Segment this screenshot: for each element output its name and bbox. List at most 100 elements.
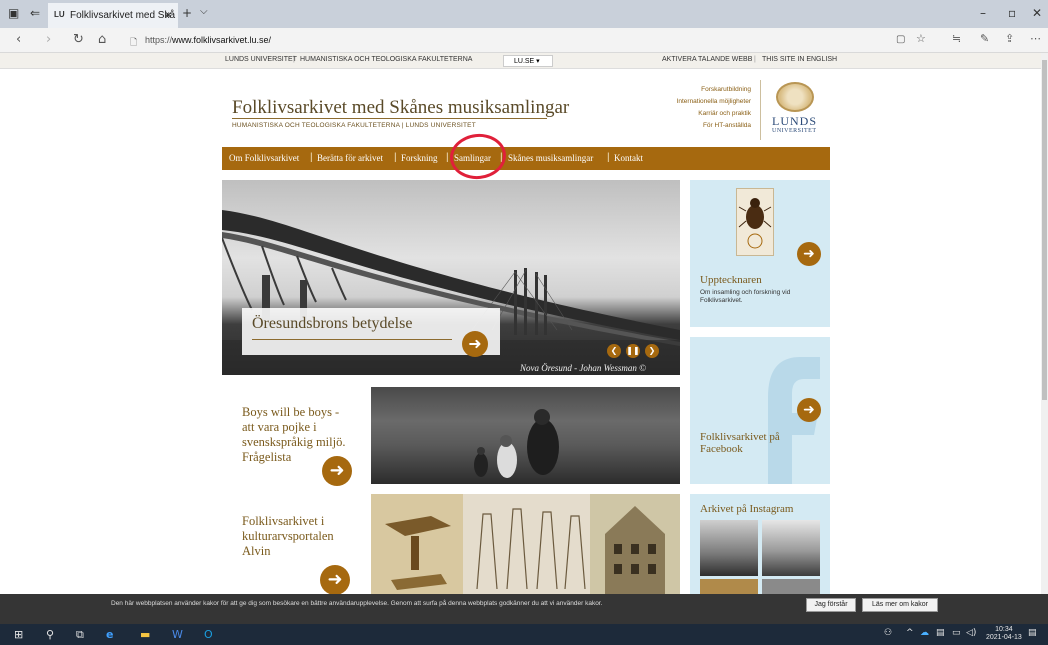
favorites-hub-icon[interactable]: ≒ (952, 32, 961, 45)
nav-item-beratta[interactable]: Berätta för arkivet (317, 153, 383, 163)
red-highlight-circle (447, 131, 509, 182)
hero-caption-title[interactable]: Öresundsbrons betydelse (252, 315, 412, 333)
nav-item-kontakt[interactable]: Kontakt (614, 153, 643, 163)
network-icon[interactable]: ▤ (936, 628, 945, 638)
alvin-arrow-icon[interactable]: ➜ (320, 565, 350, 595)
people-icon[interactable]: ⚇ (884, 628, 892, 638)
upptecknaren-arrow-icon[interactable]: ➜ (797, 242, 821, 266)
reading-view-icon[interactable]: ▢ (896, 34, 905, 45)
alvin-lighthouse-drawings-image[interactable] (463, 494, 590, 594)
url-scheme: https:// (145, 35, 173, 45)
nav-separator: | (607, 152, 610, 163)
share-icon[interactable]: ⇪ (1005, 32, 1014, 45)
cookie-read-more-button[interactable]: Läs mer om kakor (862, 598, 938, 612)
task-view-icon[interactable]: ⧉ (76, 628, 84, 642)
upptecknaren-title[interactable]: Upptecknaren (700, 274, 762, 286)
address-input[interactable]: https://www.folklivsarkivet.lu.se/ (145, 35, 271, 45)
taskbar-clock[interactable]: 10:34 2021-04-13 (986, 626, 1022, 642)
facebook-title[interactable]: Folklivsarkivet på Facebook (700, 431, 810, 455)
site-top-bar: LUNDS UNIVERSITET | HUMANISTISKA OCH TEO… (0, 53, 1048, 69)
upptecknaren-text: Om insamling och forskning vid Folklivsa… (700, 289, 791, 304)
volume-icon[interactable]: ◁) (966, 628, 976, 638)
close-window-button[interactable]: ✕ (1032, 6, 1042, 20)
forward-arrow-icon[interactable]: › (46, 32, 51, 47)
instagram-photo-grey[interactable] (762, 579, 820, 594)
top-separator: | (754, 56, 756, 63)
page-info-icon[interactable]: 🗋 (130, 35, 137, 51)
home-icon[interactable]: ⌂ (98, 32, 106, 47)
lu-se-dropdown[interactable]: LU.SE ▾ (503, 55, 553, 67)
slider-prev-icon[interactable]: ❮ (607, 344, 621, 358)
nav-separator: | (446, 152, 449, 163)
more-menu-icon[interactable]: ⋯ (1030, 32, 1041, 45)
alvin-drawing-table-image[interactable] (371, 494, 463, 594)
alvin-building-facade-image[interactable] (590, 494, 680, 594)
tab-actions-icon[interactable]: ▣ (8, 6, 19, 20)
cookie-accept-button[interactable]: Jag förstår (806, 598, 856, 612)
nav-separator: | (310, 152, 313, 163)
page-scrollbar-thumb[interactable] (1042, 60, 1047, 400)
upptecknaren-stamp-image (736, 188, 774, 256)
title-divider (232, 118, 547, 119)
tray-chevron-icon[interactable]: ^ (906, 628, 914, 638)
cookie-text: Den här webbplatsen använder kakor för a… (111, 600, 603, 607)
tab-preview-icon[interactable]: ⇐ (30, 6, 40, 20)
lund-university-seal-logo[interactable] (776, 82, 814, 112)
slider-next-icon[interactable]: ❯ (645, 344, 659, 358)
search-icon[interactable]: ⚲ (46, 628, 54, 641)
new-tab-button[interactable]: + (182, 6, 192, 20)
edge-browser-icon[interactable]: e (106, 628, 113, 641)
tab-list-chevron-icon[interactable]: ⌵ (200, 6, 208, 17)
hero-arrow-right-icon[interactable]: ➜ (462, 331, 488, 357)
onedrive-cloud-icon[interactable]: ☁ (920, 628, 929, 638)
clock-time: 10:34 (995, 626, 1013, 633)
header-link-staff[interactable]: För HT-anställda (703, 122, 751, 129)
nav-item-om-folklivsarkivet[interactable]: Om Folklivsarkivet (229, 153, 299, 163)
minimize-button[interactable]: – (980, 6, 986, 20)
back-arrow-icon[interactable]: ‹ (16, 32, 21, 47)
site-title[interactable]: Folklivsarkivet med Skånes musiksamlinga… (232, 97, 569, 119)
slider-pause-icon[interactable]: ❚❚ (626, 344, 640, 358)
instagram-title[interactable]: Arkivet på Instagram (700, 503, 793, 515)
faculty-subtitle[interactable]: HUMANISTISKA OCH TEOLOGISKA FAKULTETERNA… (232, 122, 476, 129)
tab-close-icon[interactable]: × (165, 8, 172, 22)
instagram-photo-pattern[interactable] (700, 579, 758, 594)
notifications-icon[interactable]: ▤ (1028, 628, 1037, 638)
children-field-photo[interactable] (371, 387, 680, 484)
nav-item-skanes-musiksamlingar[interactable]: Skånes musiksamlingar (508, 153, 593, 163)
hero-photo-credit: Nova Öresund - Johan Wessman © (520, 363, 646, 373)
top-link-talking-web[interactable]: AKTIVERA TALANDE WEBB (662, 56, 752, 63)
refresh-icon[interactable]: ↻ (73, 32, 84, 47)
header-link-research-education[interactable]: Forskarutbildning (701, 86, 751, 93)
header-link-career[interactable]: Karriär och praktik (698, 110, 751, 117)
pen-note-icon[interactable]: ✎ (980, 32, 989, 45)
instagram-photo-field[interactable] (700, 520, 758, 576)
battery-icon[interactable]: ▭ (952, 628, 961, 638)
nav-separator: | (394, 152, 397, 163)
top-link-lund-university[interactable]: LUNDS UNIVERSITET (225, 56, 297, 63)
top-link-english[interactable]: THIS SITE IN ENGLISH (762, 56, 837, 63)
alvin-portal-title[interactable]: Folklivsarkivet i kulturarvsportalen Alv… (242, 514, 352, 559)
logo-subtext: UNIVERSITET (772, 128, 817, 134)
favorite-star-icon[interactable]: ☆ (916, 32, 926, 45)
address-toolbar: ‹ › ↻ ⌂ 🗋 https://www.folklivsarkivet.lu… (0, 28, 1048, 53)
file-explorer-icon[interactable]: ▬ (140, 628, 150, 641)
logo-text: LUNDS (772, 114, 818, 128)
header-vertical-divider (760, 80, 761, 140)
top-link-faculty[interactable]: HUMANISTISKA OCH TEOLOGISKA FAKULTETERNA (300, 56, 472, 63)
hero-caption-divider (252, 339, 452, 340)
maximize-button[interactable]: ▫ (1008, 6, 1016, 20)
boys-arrow-icon[interactable]: ➜ (322, 456, 352, 486)
header-link-international[interactable]: Internationella möjligheter (677, 98, 751, 105)
facebook-arrow-icon[interactable]: ➜ (797, 398, 821, 422)
tab-title: Folklivsarkivet med Skå (70, 10, 176, 21)
windows-taskbar: ⊞ ⚲ ⧉ e ▬ W O ⚇ ^ ☁ ▤ ▭ ◁) ▤ (0, 624, 1048, 645)
windows-start-icon[interactable]: ⊞ (14, 628, 23, 641)
url-host: www.folklivsarkivet.lu.se/ (172, 35, 272, 45)
outlook-icon[interactable]: O (204, 628, 213, 641)
main-navigation: Om Folklivsarkivet | Berätta för arkivet… (222, 147, 830, 170)
nav-item-forskning[interactable]: Forskning (401, 153, 438, 163)
browser-tab[interactable]: LU Folklivsarkivet med Skå × (48, 3, 178, 28)
word-icon[interactable]: W (172, 628, 183, 641)
instagram-photo-bridge[interactable] (762, 520, 820, 576)
